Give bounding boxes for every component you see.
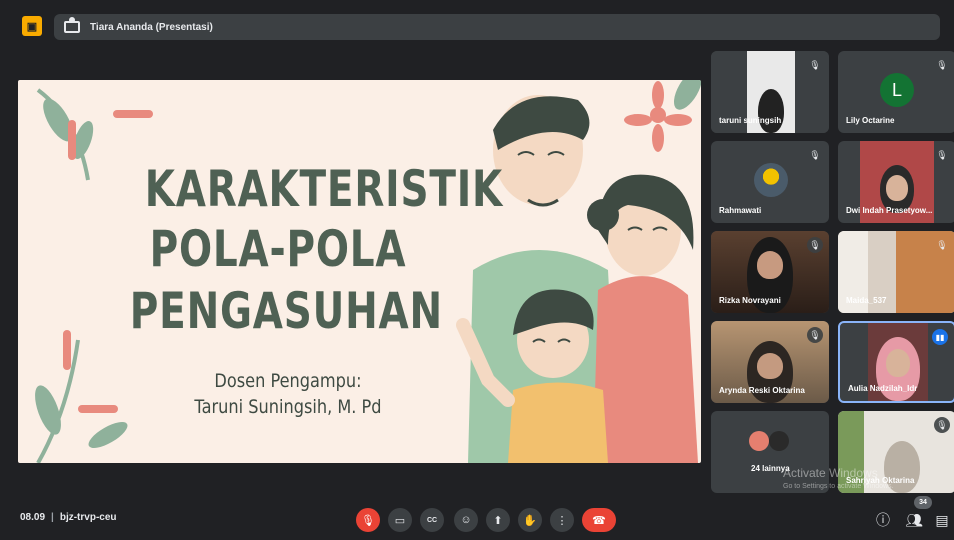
people-icon: 👥︎ (905, 511, 923, 528)
participant-name: Dwi Indah Prasetyow... (846, 206, 933, 215)
participant-tile[interactable]: 🎙︎ Dwi Indah Prasetyow... (838, 141, 954, 223)
more-options-button[interactable]: ⋮ (550, 508, 574, 532)
participant-name: Maida_537 (846, 296, 887, 305)
speaking-indicator-icon: ▮▮ (932, 329, 948, 345)
participant-count-badge: 34 (914, 496, 932, 509)
others-tile[interactable]: 24 lainnya (711, 411, 829, 493)
participant-name: taruni suningsih (719, 116, 782, 125)
chat-icon: ▤ (935, 511, 949, 528)
info-icon: ⓘ (876, 512, 890, 528)
camera-toggle-button[interactable]: ▭ (388, 508, 412, 532)
participant-tile[interactable]: 🎙︎ Sahriyah Oktarina (838, 411, 954, 493)
mic-off-icon: 🎙︎ (936, 239, 948, 250)
mic-off-icon: 🎙︎ (809, 149, 821, 160)
top-bar: ▣ Tiara Ananda (Presentasi) (8, 8, 948, 42)
participant-name: Aulia Nadzilah_Idr (848, 384, 918, 393)
mic-toggle-button[interactable]: 🎙︎ (356, 508, 380, 532)
windows-activation-hint: Go to Settings to activate Windows. (783, 483, 894, 490)
captions-icon: CC (426, 516, 438, 524)
slide-title-line-3: PENGASUHAN (129, 282, 443, 340)
meet-presentation-badge-icon[interactable]: ▣ (22, 16, 42, 36)
mic-off-icon: 🎙︎ (934, 417, 950, 433)
participant-tile[interactable]: L 🎙︎ Lily Octarine (838, 51, 954, 133)
presenter-bar[interactable]: Tiara Ananda (Presentasi) (54, 14, 940, 40)
mic-off-icon: 🎙︎ (936, 59, 948, 70)
meeting-controls-bar: 08.09 | bjz-trvp-ceu 🎙︎ ▭ CC ☺ ⬆ ✋ ⋮ ☎ ⓘ 👥… (0, 500, 954, 540)
participant-tile[interactable]: 🎙︎ Rizka Novrayani (711, 231, 829, 313)
participant-tile-speaking[interactable]: ▮▮ Aulia Nadzilah_Idr (838, 321, 954, 403)
participant-tile[interactable]: 🎙︎ Rahmawati (711, 141, 829, 223)
presentation-icon (64, 17, 80, 33)
raise-hand-button[interactable]: ✋ (518, 508, 542, 532)
mic-off-icon: 🎙︎ (809, 59, 821, 70)
windows-activation-watermark: Activate Windows (783, 466, 878, 480)
slide-title-line-2: POLA-POLA (149, 220, 407, 278)
camera-icon: ▭ (394, 514, 406, 527)
present-icon: ⬆ (493, 514, 503, 527)
meeting-details-button[interactable]: ⓘ (873, 510, 893, 530)
meeting-info: 08.09 | bjz-trvp-ceu (20, 512, 117, 523)
participant-name: Rizka Novrayani (719, 296, 781, 305)
participant-name: Arynda Reski Oktarina (719, 386, 805, 395)
meeting-code: bjz-trvp-ceu (59, 512, 117, 523)
slide-title-line-1: KARAKTERISTIK (144, 160, 503, 218)
chat-button[interactable]: ▤ (932, 510, 952, 530)
end-call-icon: ☎ (592, 514, 606, 527)
avatar (754, 163, 788, 197)
slide-lecturer-name: Taruni Suningsih, M. Pd (194, 396, 382, 418)
participant-tile[interactable]: 🎙︎ Arynda Reski Oktarina (711, 321, 829, 403)
presenter-name: Tiara Ananda (Presentasi) (90, 21, 213, 33)
participant-name: Rahmawati (719, 206, 762, 215)
participant-name: Lily Octarine (846, 116, 895, 125)
mic-off-icon: 🎙︎ (361, 514, 375, 527)
emoji-icon: ☺ (460, 514, 472, 526)
avatar: L (880, 73, 914, 107)
mic-off-icon: 🎙︎ (936, 149, 948, 160)
more-options-icon: ⋮ (556, 514, 568, 527)
leave-call-button[interactable]: ☎ (582, 508, 616, 532)
mic-off-icon: 🎙︎ (807, 327, 823, 343)
separator: | (51, 512, 54, 523)
slide-subtitle-label: Dosen Pengampu: (214, 370, 362, 392)
captions-button[interactable]: CC (420, 508, 444, 532)
participant-tile[interactable]: 🎙︎ taruni suningsih (711, 51, 829, 133)
emoji-reactions-button[interactable]: ☺ (454, 508, 478, 532)
shared-slide: KARAKTERISTIK POLA-POLA PENGASUHAN Dosen… (18, 80, 701, 463)
participant-tile[interactable]: 🎙︎ Maida_537 (838, 231, 954, 313)
mic-off-icon: 🎙︎ (807, 237, 823, 253)
present-now-button[interactable]: ⬆ (486, 508, 510, 532)
raise-hand-icon: ✋ (523, 514, 537, 527)
meeting-time: 08.09 (20, 512, 46, 523)
people-button[interactable]: 👥︎ (904, 510, 924, 530)
